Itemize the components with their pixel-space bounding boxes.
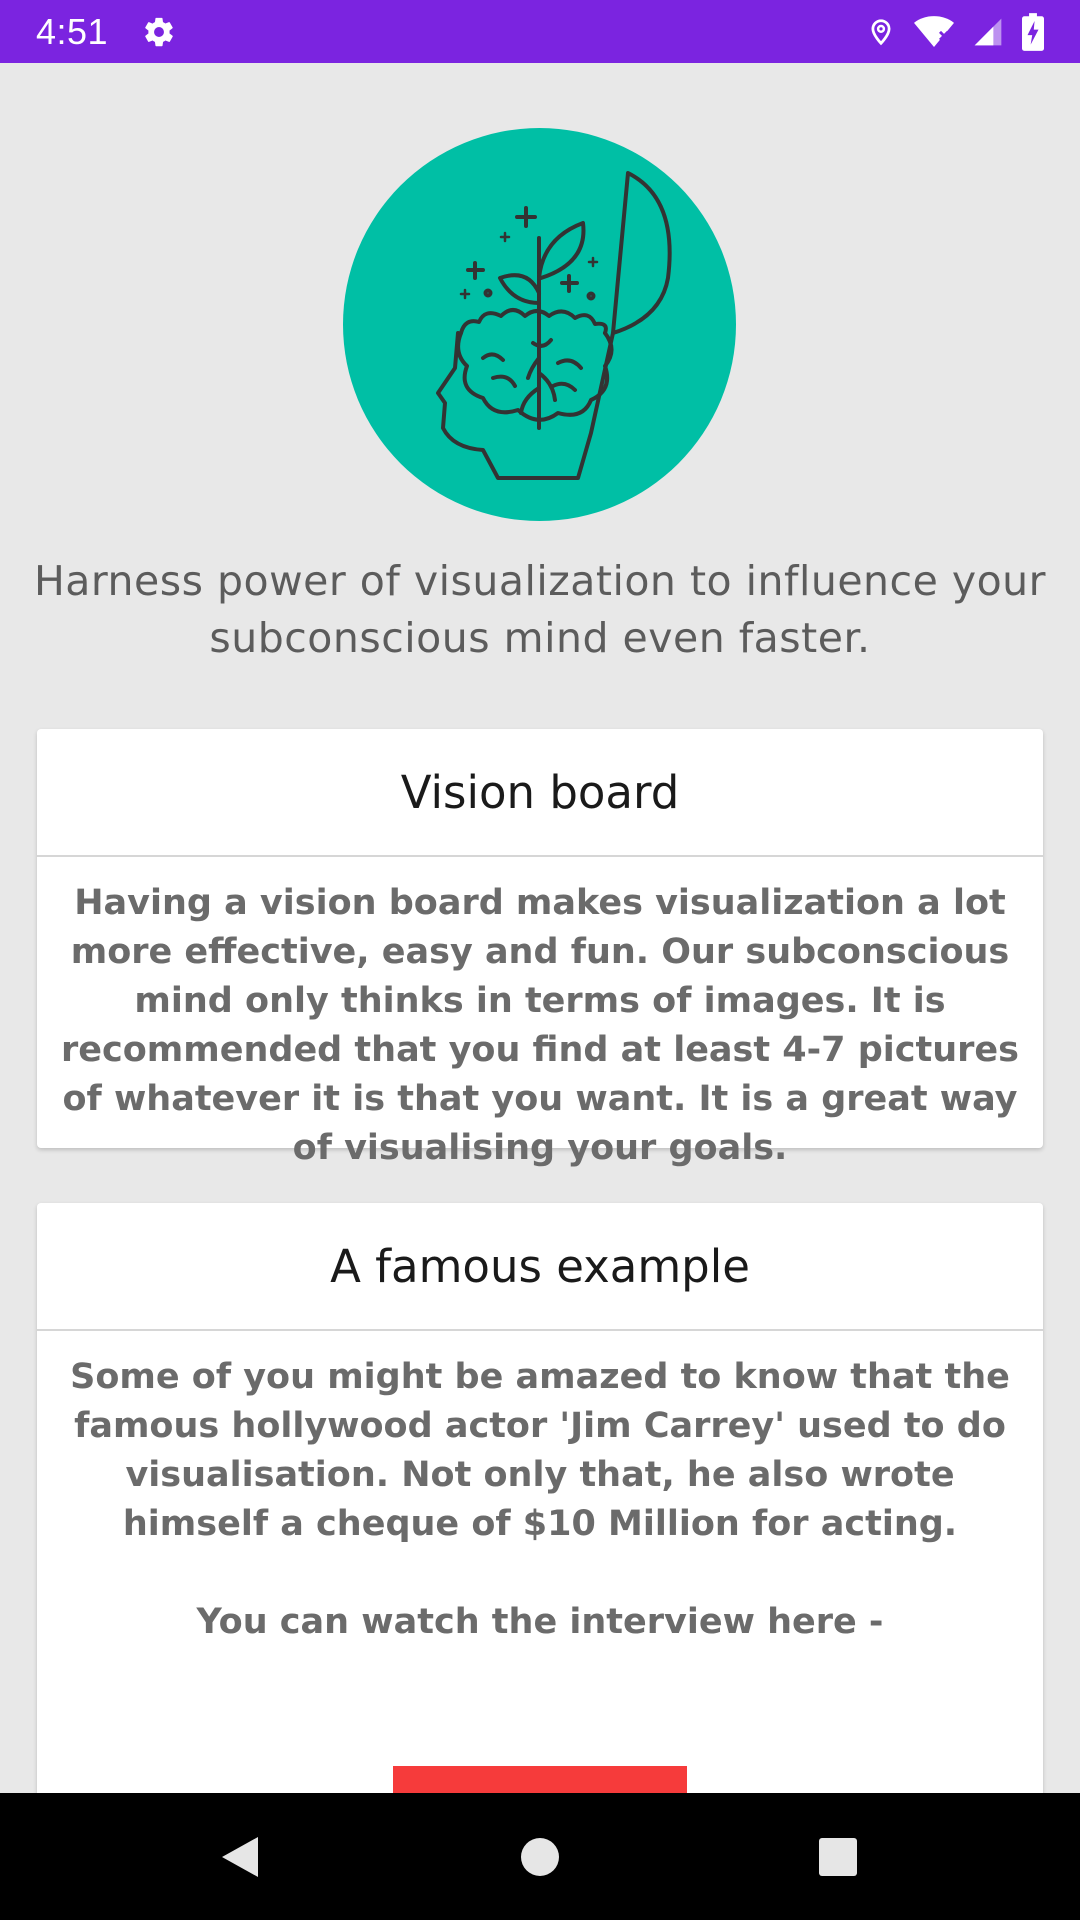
- wifi-icon: [914, 15, 954, 49]
- card-body-text: Having a vision board makes visualizatio…: [61, 883, 1019, 1168]
- status-left: 4:51: [36, 11, 176, 53]
- home-button[interactable]: [500, 1793, 580, 1920]
- status-time: 4:51: [36, 10, 109, 52]
- tagline: Harness power of visualization to influe…: [20, 553, 1060, 667]
- vision-board-card: Vision board Having a vision board makes…: [37, 729, 1043, 1168]
- watch-now-button[interactable]: WATCH NOW: [393, 1766, 687, 1793]
- mind-growth-head-icon: [436, 171, 672, 480]
- card-title: A famous example: [37, 1203, 1043, 1331]
- card-body: Some of you might be amazed to know that…: [37, 1331, 1043, 1647]
- location-icon: [866, 15, 896, 49]
- tagline-line-1: Harness power of visualization to influe…: [33, 557, 1047, 605]
- back-button[interactable]: [200, 1793, 280, 1920]
- battery-charging-icon: [1022, 12, 1044, 51]
- tagline-line-2: subconscious mind even faster.: [209, 614, 871, 662]
- card-body-text-2: You can watch the interview here -: [196, 1602, 884, 1642]
- status-right: [866, 12, 1044, 51]
- status-bar: 4:51: [0, 0, 1080, 63]
- main-content[interactable]: Harness power of visualization to influe…: [0, 63, 1080, 1793]
- recents-button[interactable]: [798, 1793, 878, 1920]
- navigation-bar: [0, 1793, 1080, 1920]
- famous-example-card: A famous example Some of you might be am…: [37, 1203, 1043, 1793]
- card-body: Having a vision board makes visualizatio…: [37, 857, 1043, 1173]
- back-icon: [222, 1836, 258, 1877]
- gear-icon: [142, 15, 176, 49]
- home-icon: [521, 1837, 559, 1876]
- cell-signal-icon: [972, 15, 1004, 49]
- card-title: Vision board: [37, 729, 1043, 857]
- hero-illustration: [343, 128, 736, 521]
- card-body-text: Some of you might be amazed to know that…: [70, 1357, 1010, 1544]
- recents-icon: [819, 1837, 857, 1876]
